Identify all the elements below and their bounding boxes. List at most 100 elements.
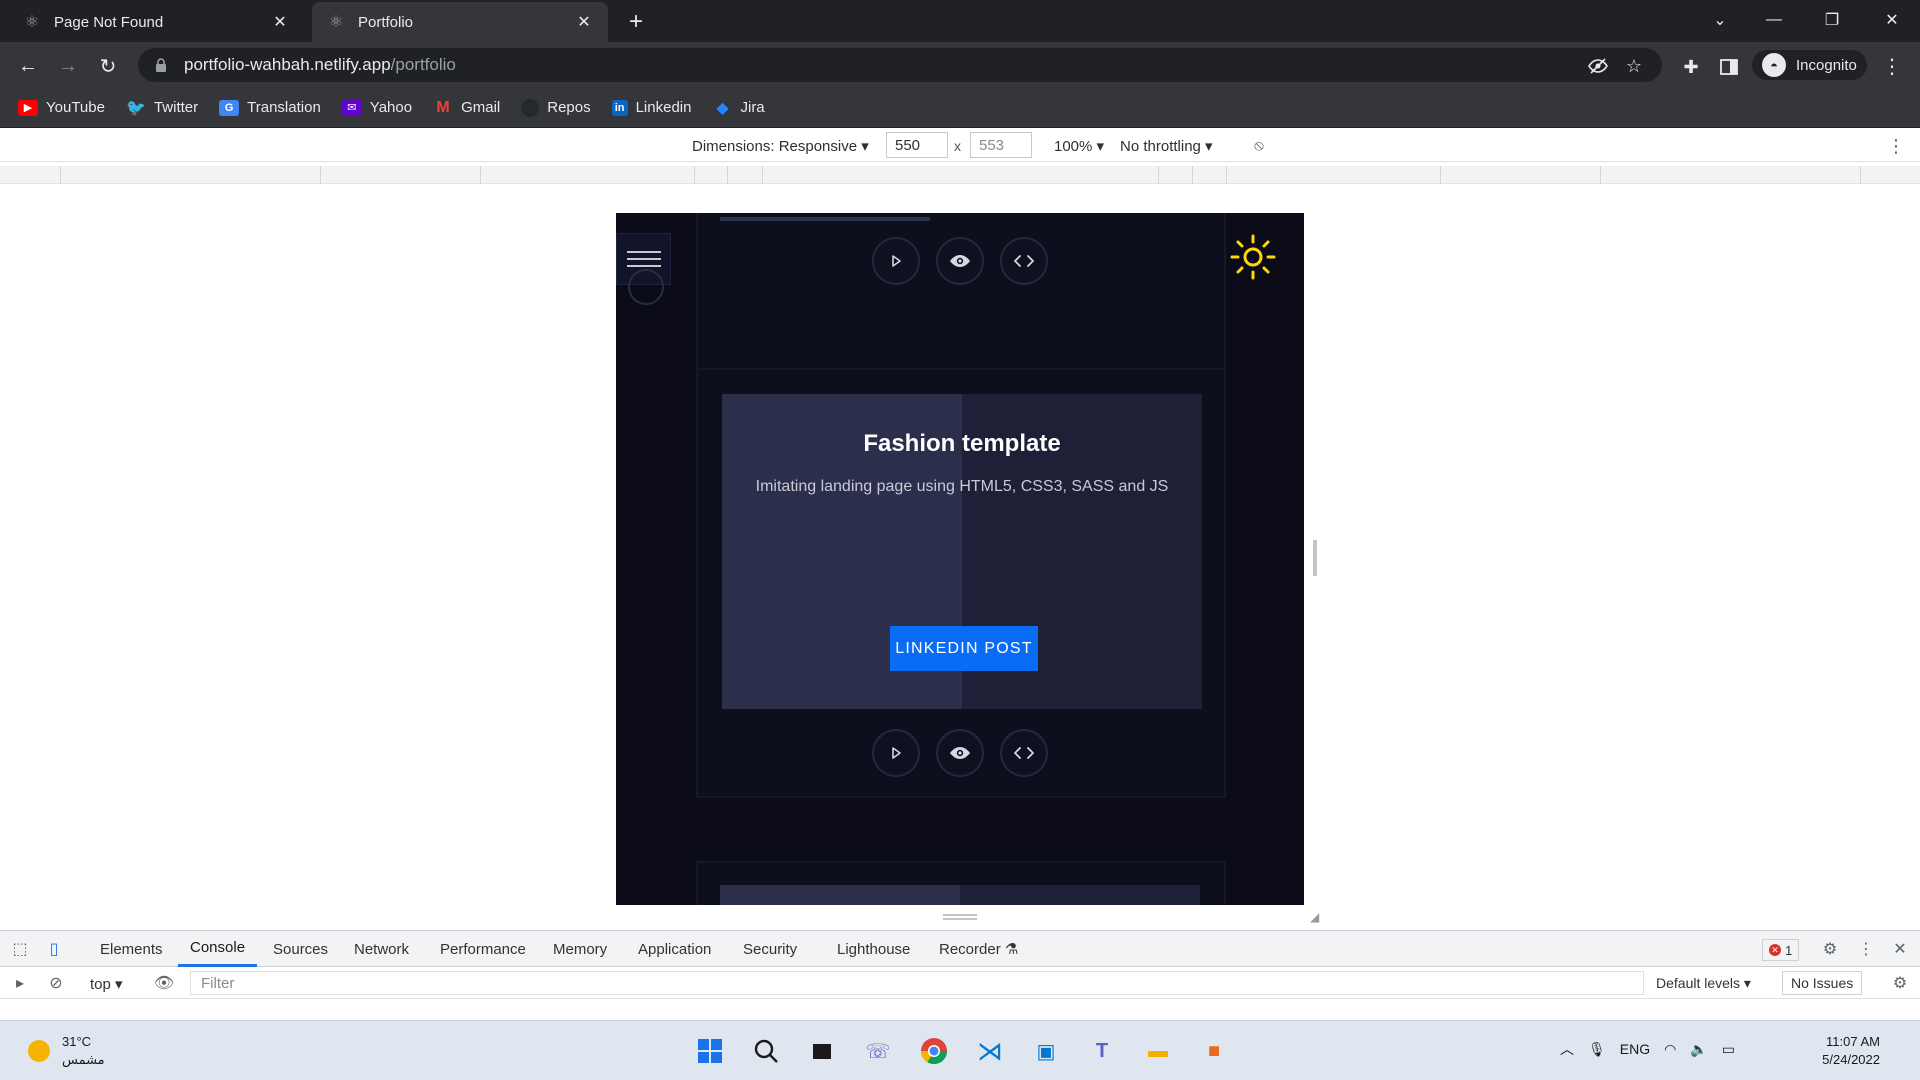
devtools-menu-icon[interactable]: ⋮	[1856, 939, 1876, 959]
demo-button[interactable]	[872, 237, 920, 285]
language-indicator[interactable]: ENG	[1620, 1041, 1650, 1057]
tab-application[interactable]: Application	[638, 931, 711, 967]
sun-icon[interactable]	[1229, 233, 1277, 281]
bookmark-linkedin[interactable]: in Linkedin	[611, 99, 692, 116]
throttling-dropdown[interactable]: No throttling ▾	[1120, 137, 1213, 155]
preview-button[interactable]	[936, 237, 984, 285]
browser-toolbar: ← → ↻ portfolio-wahbah.netlify.app/portf…	[0, 42, 1920, 88]
sidebar-toggle-icon[interactable]: ▸	[10, 973, 30, 993]
rotate-icon[interactable]: ⦸	[1250, 136, 1268, 154]
bookmark-jira[interactable]: ◆ Jira	[712, 99, 764, 117]
close-icon[interactable]: ✕	[574, 12, 594, 32]
restore-icon[interactable]: ❐	[1810, 4, 1854, 36]
throttling-value: No throttling	[1120, 138, 1201, 155]
tab-label: Recorder	[939, 940, 1001, 958]
search-icon[interactable]	[746, 1031, 786, 1071]
clear-console-icon[interactable]: ⊘	[46, 973, 66, 993]
new-tab-button[interactable]: +	[622, 8, 650, 36]
preview-button[interactable]	[936, 729, 984, 777]
system-clock[interactable]: 11:07 AM 5/24/2022	[1790, 1033, 1880, 1069]
url-text: portfolio-wahbah.netlify.app/portfolio	[184, 55, 456, 75]
height-input[interactable]: 553	[970, 132, 1032, 158]
tab-page-not-found[interactable]: ⚛ Page Not Found ✕	[8, 2, 304, 42]
profile-button[interactable]: ◓ Incognito	[1752, 50, 1867, 80]
bookmark-repos[interactable]: Repos	[521, 98, 591, 117]
source-code-button[interactable]	[1000, 237, 1048, 285]
vscode-icon[interactable]: ⋊	[970, 1031, 1010, 1071]
error-counter[interactable]: ✕ 1	[1762, 939, 1800, 961]
react-icon: ⚛	[24, 14, 40, 31]
star-icon[interactable]: ☆	[1624, 56, 1644, 76]
device-menu-icon[interactable]: ⋮	[1887, 136, 1905, 156]
bookmark-twitter[interactable]: 🐦 Twitter	[126, 99, 198, 117]
teams-chat-icon[interactable]: ☏	[858, 1031, 898, 1071]
side-panel-icon[interactable]	[1718, 56, 1740, 78]
viewport-height-handle[interactable]	[943, 914, 977, 920]
window-close-icon[interactable]: ✕	[1870, 4, 1914, 36]
bookmark-label: Linkedin	[635, 99, 692, 116]
live-expression-eye-icon[interactable]: 👁	[154, 973, 174, 993]
tab-elements[interactable]: Elements	[100, 931, 163, 967]
bookmark-gmail[interactable]: M Gmail	[433, 99, 500, 117]
minimize-icon[interactable]: —	[1752, 4, 1796, 36]
inspect-element-icon[interactable]: ⬚	[10, 939, 30, 959]
jira-icon: ◆	[716, 99, 729, 117]
tab-memory[interactable]: Memory	[553, 931, 607, 967]
tab-network[interactable]: Network	[354, 931, 409, 967]
bookmark-yahoo[interactable]: ✉ Yahoo	[341, 99, 412, 116]
devtools-close-icon[interactable]: ✕	[1890, 939, 1910, 959]
wifi-icon[interactable]: ◠	[1664, 1041, 1676, 1058]
linkedin-post-button[interactable]: LINKEDIN POST	[890, 626, 1038, 671]
demo-button[interactable]	[872, 729, 920, 777]
task-view-icon[interactable]	[802, 1031, 842, 1071]
tab-lighthouse[interactable]: Lighthouse	[837, 931, 910, 967]
settings-gear-icon[interactable]: ⚙	[1820, 939, 1840, 959]
viewport-width-handle[interactable]	[1313, 540, 1317, 576]
teams-icon[interactable]: T	[1082, 1031, 1122, 1071]
office-app-icon[interactable]: ■	[1194, 1031, 1234, 1071]
profile-label: Incognito	[1796, 56, 1857, 74]
extensions-icon[interactable]: ✚	[1680, 56, 1702, 78]
reload-icon[interactable]: ↻	[92, 50, 124, 82]
github-icon	[521, 98, 540, 117]
weather-widget[interactable]: 31°C مشمس	[28, 1033, 105, 1069]
issues-button[interactable]: No Issues	[1782, 971, 1863, 995]
tab-portfolio[interactable]: ⚛ Portfolio ✕	[312, 2, 608, 42]
zoom-dropdown[interactable]: 100% ▾	[1054, 137, 1104, 155]
close-icon[interactable]: ✕	[270, 12, 290, 32]
log-levels-dropdown[interactable]: Default levels ▾	[1656, 975, 1751, 992]
microphone-icon[interactable]: 🎙	[1588, 1041, 1606, 1058]
width-input[interactable]: 550	[886, 132, 948, 158]
network-app-icon[interactable]: ▣	[1026, 1031, 1066, 1071]
bookmark-label: Repos	[547, 99, 591, 116]
browser-menu-icon[interactable]: ⋮	[1882, 56, 1902, 78]
custom-cursor	[628, 269, 664, 305]
tab-recorder[interactable]: Recorder ⚗	[939, 931, 1018, 967]
tab-search-icon[interactable]: ⌄	[1698, 4, 1742, 36]
tab-security[interactable]: Security	[743, 931, 797, 967]
address-bar[interactable]: portfolio-wahbah.netlify.app/portfolio ☆	[138, 48, 1662, 82]
back-icon[interactable]: ←	[12, 50, 44, 82]
react-icon: ⚛	[328, 14, 344, 31]
dimensions-dropdown[interactable]: Dimensions: Responsive ▾	[692, 137, 869, 155]
eye-slash-icon[interactable]	[1588, 56, 1608, 76]
context-selector[interactable]: top ▾	[90, 975, 123, 993]
tab-console[interactable]: Console	[178, 931, 258, 967]
bookmark-youtube[interactable]: ▶ YouTube	[18, 99, 105, 116]
tab-performance[interactable]: Performance	[440, 931, 526, 967]
volume-icon[interactable]: 🔈	[1690, 1041, 1707, 1058]
file-explorer-icon[interactable]: ▬	[1138, 1031, 1178, 1071]
source-code-button[interactable]	[1000, 729, 1048, 777]
bookmark-translation[interactable]: G Translation	[219, 99, 321, 116]
battery-icon[interactable]: ▭	[1722, 1041, 1735, 1058]
forward-icon[interactable]: →	[52, 50, 84, 82]
device-toggle-icon[interactable]: ▯	[44, 939, 64, 959]
chrome-icon[interactable]	[914, 1031, 954, 1071]
windows-start-icon[interactable]	[690, 1031, 730, 1071]
tab-sources[interactable]: Sources	[273, 931, 328, 967]
console-filter-input[interactable]: Filter	[190, 971, 1644, 995]
ruler-tick	[727, 166, 728, 184]
chevron-up-icon[interactable]: ︿	[1560, 1039, 1574, 1059]
console-settings-icon[interactable]: ⚙	[1890, 973, 1910, 993]
resize-corner-icon[interactable]: ◢	[1310, 910, 1324, 924]
